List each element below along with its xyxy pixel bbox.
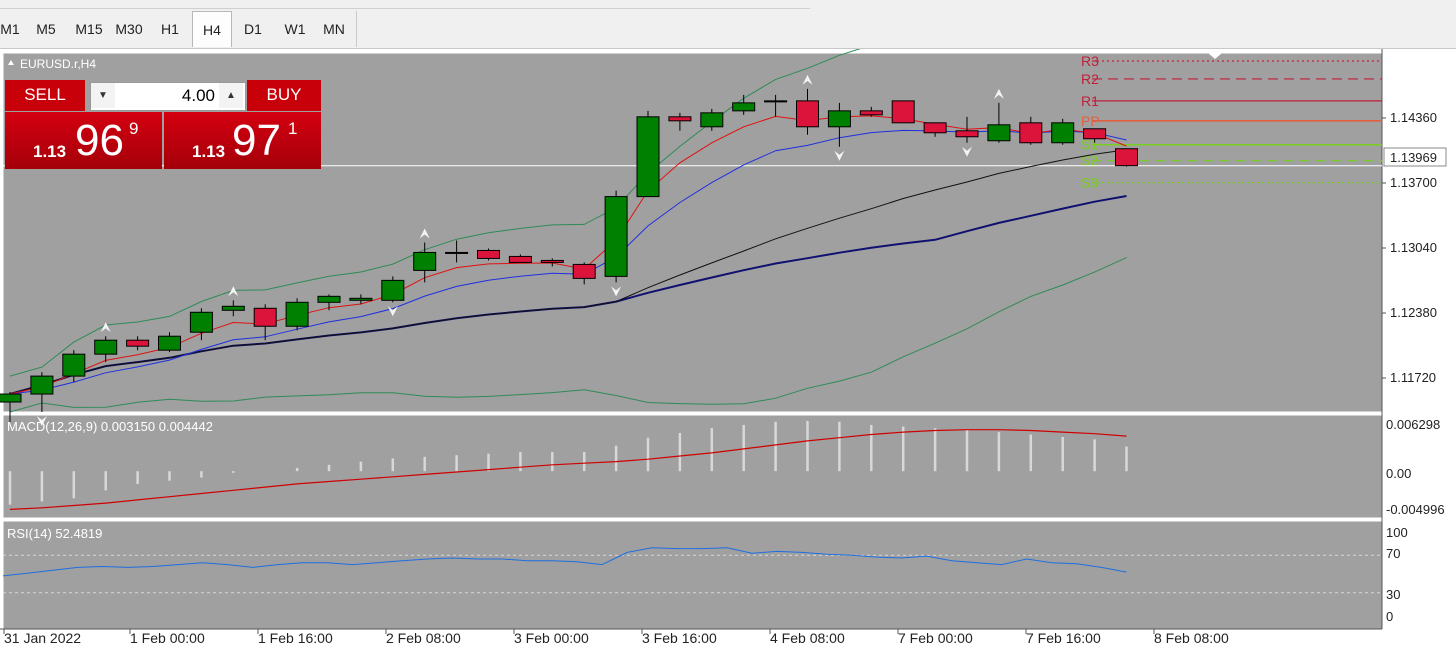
candle-body bbox=[349, 297, 373, 301]
tf-button-m1[interactable]: M1 bbox=[0, 11, 20, 46]
candle-body bbox=[94, 339, 118, 355]
time-tick-label: 3 Feb 16:00 bbox=[642, 630, 717, 646]
candle-body bbox=[285, 301, 309, 327]
tf-button-d1[interactable]: D1 bbox=[234, 11, 272, 46]
candle-body bbox=[827, 110, 851, 128]
volume-decrease-button[interactable]: ▼ bbox=[91, 83, 115, 108]
candle-body bbox=[126, 339, 150, 347]
candle-body bbox=[987, 124, 1011, 142]
candle-body bbox=[1051, 122, 1075, 144]
volume-increase-button[interactable]: ▲ bbox=[219, 83, 243, 108]
buy-button[interactable]: BUY bbox=[247, 80, 321, 111]
candle-body bbox=[189, 311, 213, 333]
time-tick-label: 31 Jan 2022 bbox=[4, 630, 81, 646]
pivot-label-r1: R1 bbox=[1081, 93, 1099, 109]
candle-body bbox=[540, 259, 564, 263]
candle-body bbox=[1115, 148, 1138, 167]
candle-body bbox=[477, 249, 500, 259]
candle-body bbox=[381, 279, 405, 301]
tf-button-m30[interactable]: M30 bbox=[110, 11, 148, 46]
candle-body bbox=[158, 335, 181, 351]
price-tick: 1.13700 bbox=[1390, 175, 1437, 190]
candle-body bbox=[636, 116, 660, 198]
time-tick-label: 4 Feb 08:00 bbox=[770, 630, 845, 646]
time-tick-label: 8 Feb 08:00 bbox=[1154, 630, 1229, 646]
price-tick: 1.11720 bbox=[1390, 370, 1436, 385]
buy-price-box[interactable]: 1.13 97 1 bbox=[164, 112, 321, 169]
macd-axis-tick: -0.004996 bbox=[1386, 502, 1445, 517]
rsi-axis-tick: 30 bbox=[1386, 587, 1400, 602]
time-tick-label: 1 Feb 16:00 bbox=[258, 630, 333, 646]
price-tick: 1.13040 bbox=[1390, 240, 1437, 255]
candle-body bbox=[508, 255, 532, 263]
rsi-pane-background bbox=[3, 521, 1382, 629]
tf-button-m5[interactable]: M5 bbox=[28, 11, 64, 46]
macd-label: MACD(12,26,9) 0.003150 0.004442 bbox=[7, 419, 213, 434]
tf-button-h4[interactable]: H4 bbox=[192, 11, 232, 47]
candle-body bbox=[955, 130, 979, 138]
candle-body bbox=[572, 263, 596, 279]
candle-body bbox=[796, 100, 819, 128]
time-tick-label: 7 Feb 16:00 bbox=[1026, 630, 1101, 646]
price-tick: 1.14360 bbox=[1390, 110, 1437, 125]
sell-price-small: 1.13 bbox=[33, 142, 67, 161]
one-click-trading-panel: SELL ▼ ▲ BUY 1.13 96 9 1.13 97 1 bbox=[5, 80, 321, 169]
timeframe-group: M1 M5 M15 M30 H1 H4 D1 W1 MN bbox=[0, 11, 357, 47]
candle-body bbox=[1019, 122, 1043, 144]
tf-button-w1[interactable]: W1 bbox=[276, 11, 314, 46]
candle-body bbox=[30, 375, 54, 395]
buy-price-small: 1.13 bbox=[192, 142, 226, 161]
rsi-axis-tick: 70 bbox=[1386, 546, 1400, 561]
buy-price-big: 97 bbox=[232, 116, 281, 165]
candle-body bbox=[413, 251, 437, 271]
sell-button[interactable]: SELL bbox=[5, 80, 85, 111]
pivot-label-pp: PP bbox=[1081, 113, 1100, 129]
time-axis: 31 Jan 2022 1 Feb 00:00 1 Feb 16:00 2 Feb 0… bbox=[3, 629, 1229, 646]
candle-body bbox=[604, 196, 628, 277]
candle-body bbox=[891, 100, 915, 124]
current-price-label: 1.13969 bbox=[1390, 150, 1437, 165]
candle-body bbox=[317, 295, 341, 303]
time-tick-label: 1 Feb 00:00 bbox=[130, 630, 205, 646]
toolbar-top-strip bbox=[0, 0, 810, 9]
candle-body bbox=[62, 353, 86, 377]
symbol-label: EURUSD.r,H4 bbox=[20, 57, 96, 71]
candle-body bbox=[923, 122, 947, 134]
candle-body bbox=[668, 116, 692, 122]
candle-body bbox=[700, 112, 724, 128]
candle-body bbox=[221, 305, 245, 311]
price-tick: 1.12380 bbox=[1390, 305, 1437, 320]
sell-price-sup: 9 bbox=[129, 119, 139, 138]
candle-body bbox=[1083, 128, 1107, 140]
pivot-label-r3: R3 bbox=[1081, 53, 1099, 69]
rsi-axis-tick: 0 bbox=[1386, 609, 1393, 624]
volume-input[interactable] bbox=[117, 83, 215, 108]
candle-body bbox=[764, 100, 788, 103]
tf-button-h1[interactable]: H1 bbox=[152, 11, 188, 46]
macd-axis-tick: 0.00 bbox=[1386, 466, 1411, 481]
buy-price-sup: 1 bbox=[288, 119, 298, 138]
tf-button-mn[interactable]: MN bbox=[316, 11, 352, 46]
time-tick-label: 2 Feb 08:00 bbox=[386, 630, 461, 646]
time-tick-label: 7 Feb 00:00 bbox=[898, 630, 973, 646]
chart-window: R3 R2 R1 PP S1 S2 S3 EURUSD.r,H4 MACD(12,26,9)… bbox=[0, 34, 1456, 656]
tf-button-m15[interactable]: M15 bbox=[70, 11, 108, 46]
time-tick-label: 3 Feb 00:00 bbox=[514, 630, 589, 646]
rsi-axis-tick: 100 bbox=[1386, 525, 1408, 540]
candle-body bbox=[859, 110, 883, 116]
volume-control: ▼ ▲ bbox=[90, 82, 246, 111]
sell-price-big: 96 bbox=[75, 116, 124, 165]
timeframe-toolbar: M1 M5 M15 M30 H1 H4 D1 W1 MN bbox=[0, 0, 1456, 49]
rsi-label: RSI(14) 52.4819 bbox=[7, 526, 102, 541]
pivot-label-s3: S3 bbox=[1081, 175, 1098, 191]
macd-axis-tick: 0.006298 bbox=[1386, 417, 1440, 432]
candle-body bbox=[445, 251, 469, 254]
candle-body bbox=[253, 307, 277, 327]
pivot-label-r2: R2 bbox=[1081, 71, 1099, 87]
candle-body bbox=[0, 393, 22, 403]
sell-price-box[interactable]: 1.13 96 9 bbox=[5, 112, 162, 169]
candle-body bbox=[732, 102, 756, 112]
